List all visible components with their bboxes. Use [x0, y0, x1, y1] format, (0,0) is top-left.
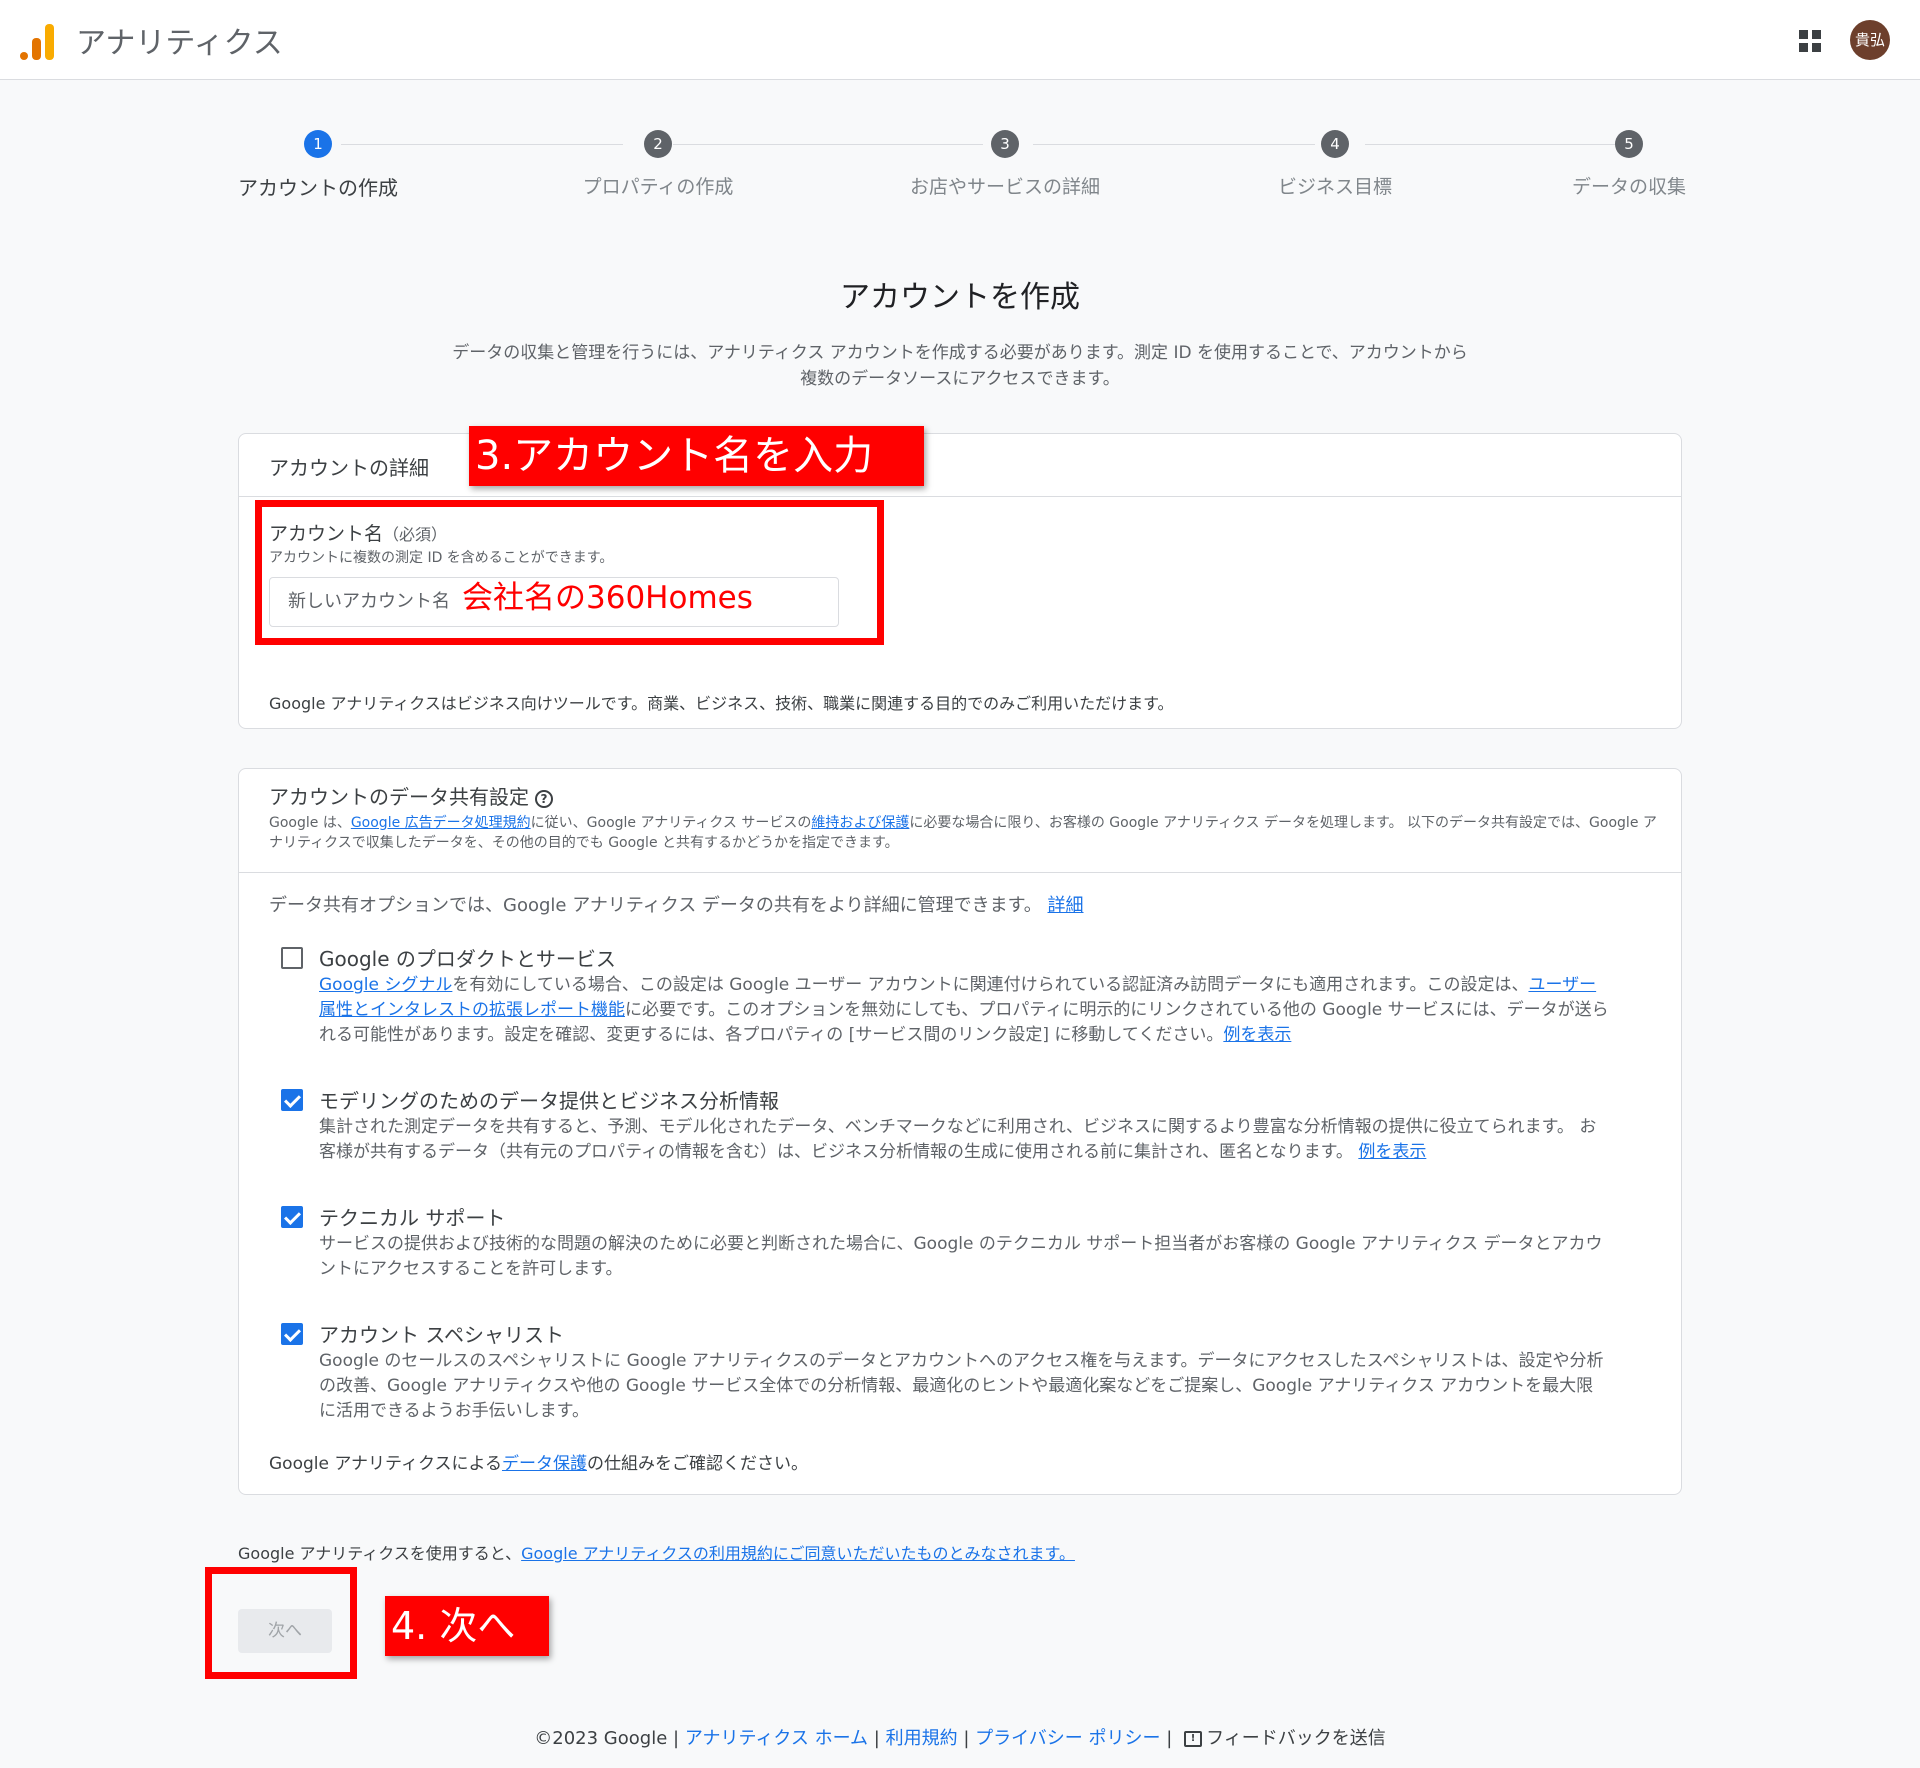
- page-footer: ©2023 Google | アナリティクス ホーム | 利用規約 | プライバ…: [0, 1724, 1920, 1750]
- terms-link[interactable]: 利用規約: [886, 1728, 958, 1749]
- app-title: アナリティクス: [76, 26, 283, 61]
- show-example-link[interactable]: 例を表示: [1358, 1142, 1426, 1162]
- note-text: Google アナリティクスによる: [269, 1454, 502, 1474]
- business-use-note: Google アナリティクスはビジネス向けツールです。商業、ビジネス、技術、職業…: [269, 694, 1174, 713]
- technical-support-checkbox[interactable]: [281, 1206, 303, 1228]
- copyright: ©2023 Google: [534, 1728, 668, 1749]
- option-description: Google シグナルを有効にしている場合、この設定は Google ユーザー …: [319, 973, 1609, 1048]
- data-sharing-heading: アカウントのデータ共有設定?: [269, 781, 553, 810]
- option-title: テクニカル サポート: [319, 1206, 506, 1230]
- account-specialists-checkbox[interactable]: [281, 1323, 303, 1345]
- step-label: ビジネス目標: [1277, 176, 1392, 198]
- step-label: プロパティの作成: [582, 176, 734, 198]
- avatar[interactable]: 貴弘: [1850, 20, 1890, 60]
- step-label: お店やサービスの詳細: [909, 176, 1100, 198]
- annotation-account-name-box: [255, 500, 884, 645]
- option-title: Google のプロダクトとサービス: [319, 947, 616, 971]
- top-app-bar: アナリティクス 貴弘: [0, 0, 1920, 80]
- learn-more-link[interactable]: 詳細: [1048, 895, 1084, 916]
- page-title: アカウントを作成: [840, 280, 1080, 315]
- desc-text: を有効にしている場合、この設定は Google ユーザー アカウントに関連付けら…: [452, 975, 1529, 995]
- data-sharing-card: アカウントのデータ共有設定? Google は、Google 広告データ処理規約…: [238, 768, 1682, 1495]
- privacy-policy-link[interactable]: プライバシー ポリシー: [975, 1728, 1160, 1749]
- step-number: 1: [304, 130, 332, 158]
- google-products-checkbox[interactable]: [281, 947, 303, 969]
- stepper-step-5: 5 データの収集: [1519, 130, 1739, 199]
- account-details-heading: アカウントの詳細: [269, 456, 429, 480]
- help-icon[interactable]: ?: [535, 789, 553, 808]
- data-protection-link[interactable]: データ保護: [502, 1454, 587, 1474]
- desc-text: Google は、: [269, 815, 351, 831]
- stepper-step-1: 1 アカウントの作成: [208, 130, 428, 201]
- divider: [239, 496, 1681, 497]
- google-signals-link[interactable]: Google シグナル: [319, 975, 452, 995]
- data-protection-note: Google アナリティクスによるデータ保護の仕組みをご確認ください。: [269, 1449, 808, 1474]
- separator: |: [673, 1728, 680, 1749]
- step-label: データの収集: [1571, 176, 1686, 198]
- separator: |: [1166, 1728, 1173, 1749]
- intro-text: データ共有オプションでは、Google アナリティクス データの共有をより詳細に…: [269, 895, 1042, 916]
- page-description: データの収集と管理を行うには、アナリティクス アカウントを作成する必要があります…: [452, 343, 1468, 389]
- annotation-next-box: [205, 1567, 357, 1679]
- analytics-home-link[interactable]: アナリティクス ホーム: [685, 1728, 868, 1749]
- feedback-icon[interactable]: !: [1184, 1731, 1203, 1747]
- show-example-link[interactable]: 例を表示: [1223, 1025, 1291, 1045]
- step-label: アカウントの作成: [238, 176, 398, 200]
- note-text: の仕組みをご確認ください。: [586, 1454, 808, 1474]
- analytics-logo-icon[interactable]: [20, 20, 54, 60]
- terms-of-service-link[interactable]: Google アナリティクスの利用規約にご同意いただいたものとみなされます。: [521, 1544, 1075, 1563]
- step-number: 5: [1615, 130, 1643, 158]
- desc-text: に従い、Google アナリティクス サービスの: [530, 815, 812, 831]
- divider: [239, 872, 1681, 873]
- ads-data-terms-link[interactable]: Google 広告データ処理規約: [351, 815, 531, 831]
- step-number: 2: [644, 130, 672, 158]
- annotation-step4-label: 4. 次へ: [385, 1596, 549, 1656]
- apps-grid-icon[interactable]: [1799, 30, 1821, 52]
- option-title: アカウント スペシャリスト: [319, 1323, 564, 1347]
- stepper-step-4: 4 ビジネス目標: [1225, 130, 1445, 199]
- stepper-step-2: 2 プロパティの作成: [548, 130, 768, 199]
- stepper-step-3: 3 お店やサービスの詳細: [895, 130, 1115, 199]
- option-description: Google のセールスのスペシャリストに Google アナリティクスのデータ…: [319, 1351, 1604, 1421]
- data-sharing-description: Google は、Google 広告データ処理規約に従い、Google アナリテ…: [269, 813, 1669, 853]
- step-number: 4: [1321, 130, 1349, 158]
- option-description: 集計された測定データを共有すると、予測、モデル化されたデータ、ベンチマークなどに…: [319, 1115, 1609, 1165]
- terms-text: Google アナリティクスを使用すると、: [238, 1544, 522, 1563]
- annotation-step3-label: 3.アカウント名を入力: [469, 426, 924, 486]
- separator: |: [963, 1728, 970, 1749]
- option-description: サービスの提供および技術的な問題の解決のために必要と判断された場合に、Googl…: [319, 1234, 1603, 1279]
- separator: |: [873, 1728, 880, 1749]
- terms-notice: Google アナリティクスを使用すると、Google アナリティクスの利用規約…: [238, 1540, 1075, 1564]
- annotation-input-example: 会社名の360Homes: [462, 580, 753, 616]
- send-feedback-link[interactable]: フィードバックを送信: [1206, 1728, 1386, 1749]
- step-number: 3: [991, 130, 1019, 158]
- data-sharing-heading-text: アカウントのデータ共有設定: [269, 785, 529, 809]
- data-sharing-intro: データ共有オプションでは、Google アナリティクス データの共有をより詳細に…: [269, 891, 1084, 917]
- option-title: モデリングのためのデータ提供とビジネス分析情報: [319, 1089, 779, 1113]
- modeling-insights-checkbox[interactable]: [281, 1089, 303, 1111]
- maintain-protect-link[interactable]: 維持および保護: [811, 815, 909, 831]
